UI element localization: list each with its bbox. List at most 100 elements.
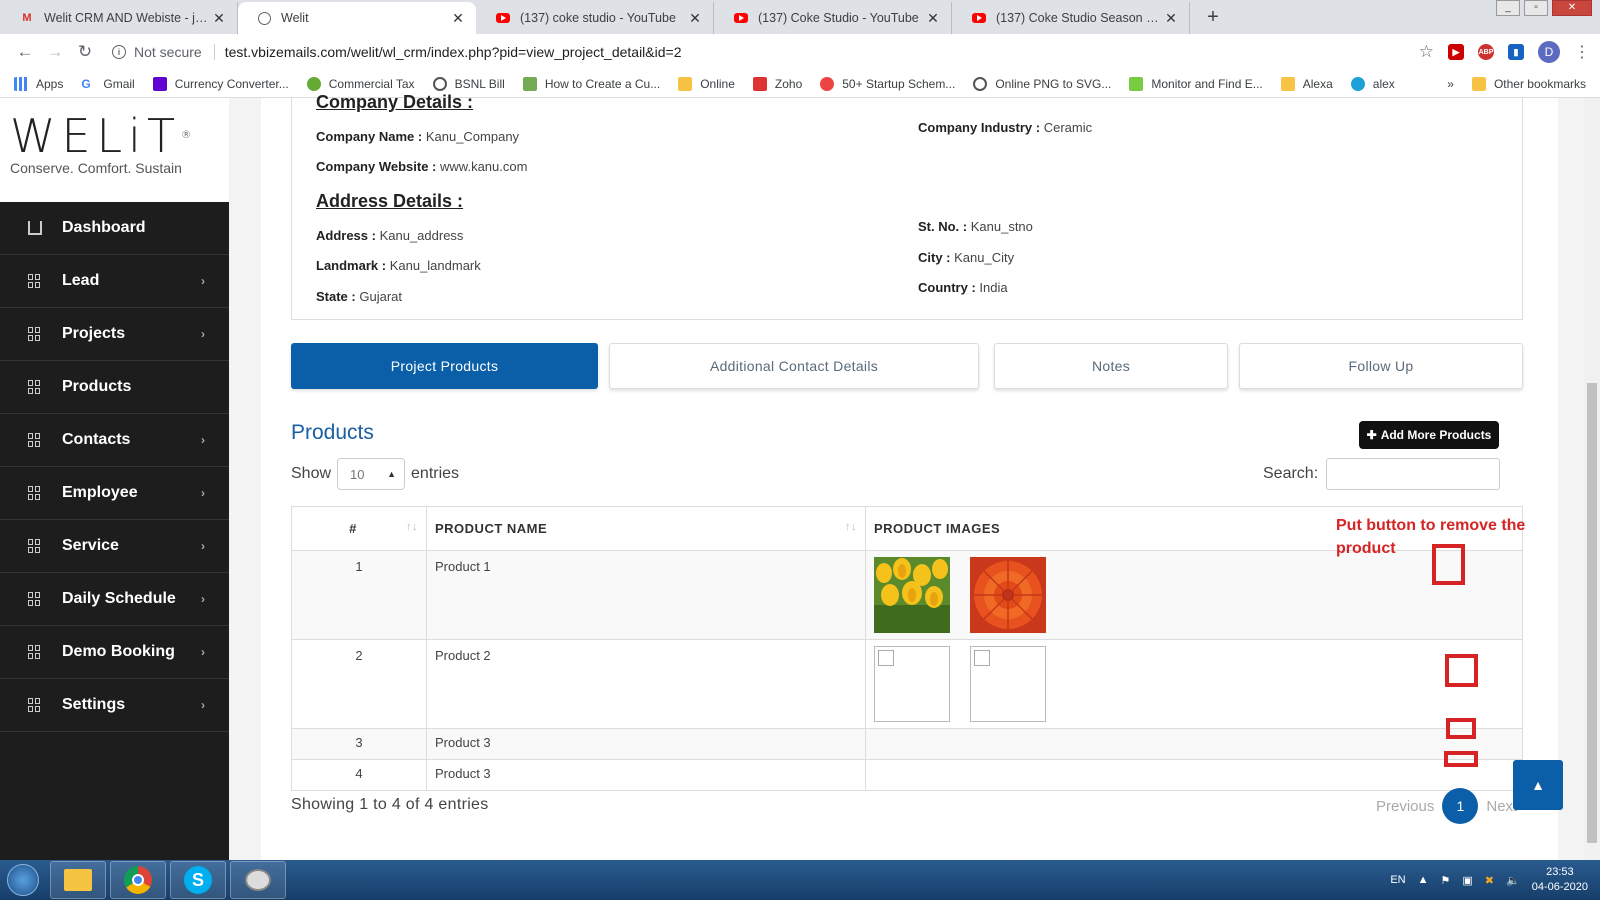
scroll-to-top-button[interactable]: ▲ bbox=[1513, 760, 1563, 810]
star-icon[interactable]: ☆ bbox=[1419, 42, 1434, 62]
sidebar-item-projects[interactable]: Projects › bbox=[0, 308, 229, 361]
close-icon[interactable]: ✕ bbox=[1163, 10, 1179, 27]
profile-avatar[interactable]: D bbox=[1538, 41, 1560, 63]
browser-tab-youtube-2[interactable]: (137) Coke Studio - YouTube ✕ bbox=[714, 2, 952, 34]
page-scrollbar[interactable] bbox=[1584, 98, 1600, 860]
warning-icon[interactable]: ✖ bbox=[1485, 874, 1494, 887]
tab-title: (137) coke studio - YouTube bbox=[520, 11, 676, 25]
maximize-button[interactable]: ▫ bbox=[1524, 0, 1548, 16]
tab-notes[interactable]: Notes bbox=[994, 343, 1228, 389]
tab-follow-up[interactable]: Follow Up bbox=[1239, 343, 1523, 389]
broken-image-icon[interactable] bbox=[969, 646, 1046, 722]
column-header-product-name[interactable]: PRODUCT NAME ↑↓ bbox=[426, 506, 866, 551]
forward-icon[interactable]: → bbox=[40, 42, 70, 62]
scrollbar-thumb[interactable] bbox=[1587, 383, 1597, 843]
url-input[interactable]: i Not secure test.vbizemails.com/welit/w… bbox=[112, 38, 1407, 66]
close-icon[interactable]: ✕ bbox=[211, 10, 227, 27]
sidebar-item-employee[interactable]: Employee › bbox=[0, 467, 229, 520]
adblock-icon[interactable]: ABP bbox=[1478, 44, 1494, 60]
bookmark-label: Commercial Tax bbox=[328, 76, 415, 91]
bookmark-bsnl[interactable]: BSNL Bill bbox=[432, 76, 505, 91]
window-close-button[interactable]: ✕ bbox=[1552, 0, 1592, 16]
clock-date: 04-06-2020 bbox=[1531, 881, 1588, 893]
bookmark-online[interactable]: Online bbox=[678, 76, 735, 91]
bookmark-alex[interactable]: alex bbox=[1350, 76, 1395, 91]
bookmark-gmail[interactable]: G Gmail bbox=[81, 77, 134, 91]
sidebar-item-lead[interactable]: Lead › bbox=[0, 255, 229, 308]
bookmark-png-svg[interactable]: Online PNG to SVG... bbox=[973, 76, 1111, 91]
new-tab-button[interactable]: + bbox=[1198, 2, 1228, 32]
add-more-products-button[interactable]: ✚ Add More Products bbox=[1359, 421, 1499, 449]
back-icon[interactable]: ← bbox=[10, 42, 40, 62]
taskbar-paint[interactable] bbox=[230, 861, 286, 899]
taskbar-chrome[interactable] bbox=[110, 861, 166, 899]
chevron-right-icon: › bbox=[201, 486, 205, 500]
taskbar-skype[interactable]: S bbox=[170, 861, 226, 899]
logo[interactable]: WELiT® Conserve. Comfort. Sustain bbox=[0, 98, 229, 202]
close-icon[interactable]: ✕ bbox=[687, 10, 703, 27]
sidebar-item-dashboard[interactable]: Dashboard bbox=[0, 202, 229, 255]
sidebar-item-products[interactable]: Products bbox=[0, 361, 229, 414]
chevron-right-icon: › bbox=[201, 274, 205, 288]
sidebar-item-demo-booking[interactable]: Demo Booking › bbox=[0, 626, 229, 679]
browser-tab-welit[interactable]: Welit ✕ bbox=[238, 2, 476, 34]
menu-icon[interactable]: ⋮ bbox=[1574, 42, 1590, 62]
close-icon[interactable]: ✕ bbox=[925, 10, 941, 27]
bookmark-monitor[interactable]: Monitor and Find E... bbox=[1129, 76, 1263, 91]
start-button[interactable] bbox=[0, 860, 46, 900]
tulip-image[interactable] bbox=[874, 557, 950, 633]
sidebar-item-contacts[interactable]: Contacts › bbox=[0, 414, 229, 467]
bookmark-zoho[interactable]: Zoho bbox=[752, 76, 802, 91]
youtube-icon bbox=[496, 11, 510, 25]
taskbar-explorer[interactable] bbox=[50, 861, 106, 899]
sidebar-item-settings[interactable]: Settings › bbox=[0, 679, 229, 732]
detail-tabs: Project Products Additional Contact Deta… bbox=[291, 343, 1523, 389]
company-website-field: Company Website : www.kanu.com bbox=[316, 159, 527, 174]
bookmark-how-to[interactable]: How to Create a Cu... bbox=[522, 76, 660, 91]
sidebar-item-label: Contacts bbox=[62, 431, 131, 448]
clock[interactable]: 23:53 04-06-2020 bbox=[1532, 865, 1588, 895]
bookmark-commercial-tax[interactable]: Commercial Tax bbox=[306, 76, 415, 91]
network-icon[interactable]: ▣ bbox=[1462, 874, 1472, 887]
bookmark-alexa[interactable]: Alexa bbox=[1280, 76, 1333, 91]
bookmark-currency[interactable]: Currency Converter... bbox=[152, 76, 289, 91]
minimize-button[interactable]: _ bbox=[1496, 0, 1520, 16]
browser-tab-gmail[interactable]: M Welit CRM AND Webiste - joshi.c ✕ bbox=[0, 2, 238, 34]
column-header-number[interactable]: # ↑↓ bbox=[291, 506, 427, 551]
info-icon[interactable]: i bbox=[112, 45, 126, 59]
tab-additional-contact-details[interactable]: Additional Contact Details bbox=[609, 343, 979, 389]
field-value: Kanu_stno bbox=[970, 219, 1033, 234]
tab-project-products[interactable]: Project Products bbox=[291, 343, 598, 389]
previous-button[interactable]: Previous bbox=[1376, 798, 1434, 815]
close-icon[interactable]: ✕ bbox=[450, 10, 466, 27]
grid-icon bbox=[28, 645, 42, 659]
tray-arrow-icon[interactable]: ▲ bbox=[1418, 874, 1429, 886]
sidebar-item-daily-schedule[interactable]: Daily Schedule › bbox=[0, 573, 229, 626]
extension-icon[interactable]: ▶ bbox=[1448, 44, 1464, 60]
browser-tab-youtube-1[interactable]: (137) coke studio - YouTube ✕ bbox=[476, 2, 714, 34]
analytics-icon[interactable]: ▮ bbox=[1508, 44, 1524, 60]
dahlia-image[interactable] bbox=[969, 557, 1046, 633]
volume-icon[interactable]: 🔈 bbox=[1506, 874, 1520, 887]
browser-tab-youtube-3[interactable]: (137) Coke Studio Season 11| BTS ✕ bbox=[952, 2, 1190, 34]
paint-icon bbox=[245, 869, 271, 891]
remove-product-button-placeholder[interactable] bbox=[1446, 718, 1476, 739]
company-name-field: Company Name : Kanu_Company bbox=[316, 129, 519, 144]
flag-icon[interactable]: ⚑ bbox=[1441, 874, 1451, 887]
sort-icon: ↑↓ bbox=[845, 521, 857, 533]
remove-product-button-placeholder[interactable] bbox=[1444, 751, 1478, 767]
bookmark-startup[interactable]: 50+ Startup Schem... bbox=[820, 76, 955, 91]
bookmark-other[interactable]: Other bookmarks bbox=[1471, 76, 1586, 91]
remove-product-button-placeholder[interactable] bbox=[1445, 654, 1478, 687]
page-1-button[interactable]: 1 bbox=[1442, 788, 1479, 824]
address-details-heading: Address Details : bbox=[316, 191, 464, 211]
page-size-select[interactable]: 10 ▲ bbox=[337, 458, 406, 490]
remove-product-button-placeholder[interactable] bbox=[1432, 544, 1465, 585]
broken-image-icon[interactable] bbox=[874, 646, 950, 722]
bookmark-apps[interactable]: Apps bbox=[14, 76, 63, 91]
search-input[interactable] bbox=[1326, 458, 1501, 490]
sidebar-item-service[interactable]: Service › bbox=[0, 520, 229, 573]
language-indicator[interactable]: EN bbox=[1390, 874, 1405, 886]
more-bookmarks-icon[interactable]: » bbox=[1447, 77, 1454, 91]
reload-icon[interactable]: ↻ bbox=[70, 42, 100, 62]
